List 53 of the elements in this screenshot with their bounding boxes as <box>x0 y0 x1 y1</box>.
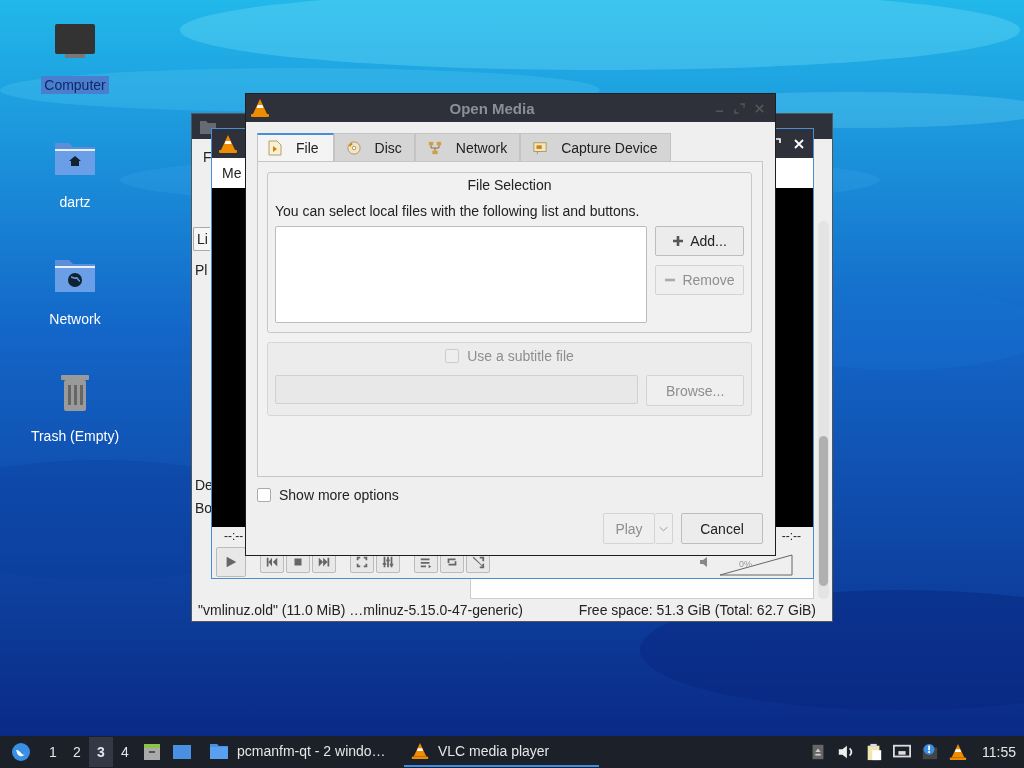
traffic-cone-icon <box>218 133 238 154</box>
play-icon <box>224 554 238 569</box>
desktop-icon-label[interactable]: Network <box>46 310 104 328</box>
eq-icon <box>381 554 395 569</box>
cancel-button[interactable]: Cancel <box>681 513 763 544</box>
task-button[interactable]: pcmanfm-qt - 2 windo… <box>203 737 398 767</box>
start-menu-icon[interactable] <box>11 742 31 762</box>
notification-icon[interactable] <box>921 743 939 761</box>
workspace-button[interactable]: 3 <box>89 737 113 767</box>
tab[interactable]: Network <box>414 133 521 161</box>
disc-icon <box>346 139 361 156</box>
workspace-button[interactable]: 2 <box>65 737 89 767</box>
capture-card-icon <box>533 139 548 156</box>
workspace-button[interactable]: 4 <box>113 737 137 767</box>
folder-icon <box>209 742 229 760</box>
hint-text: You can select local files with the following list and buttons. <box>275 203 641 219</box>
text-fragment: Pl <box>195 262 208 278</box>
add-button[interactable]: Add... <box>655 226 744 256</box>
traffic-cone-icon[interactable] <box>949 743 967 761</box>
clock[interactable]: 11:55 <box>982 744 1016 760</box>
free-space-text: Free space: 51.3 GiB (Total: 62.7 GiB) <box>578 602 816 618</box>
play-button[interactable] <box>216 546 246 577</box>
window-icon[interactable] <box>172 742 192 762</box>
elapsed-time: --:-- <box>224 529 244 543</box>
full-icon <box>355 554 369 569</box>
desktop-icon-label[interactable]: Trash (Empty) <box>27 427 123 445</box>
partial-button[interactable]: Li <box>193 227 210 251</box>
document-icon <box>268 140 282 156</box>
network-icon <box>427 139 442 156</box>
status-text: "vmlinuz.old" (11.0 MiB) …mlinuz-5.15.0-47-generic) <box>198 602 523 618</box>
desktop-icon-label[interactable]: dartz <box>56 193 94 211</box>
text-fragment: F <box>203 149 212 165</box>
scrollbar[interactable] <box>818 221 829 599</box>
traffic-cone-icon <box>410 742 430 760</box>
speaker-icon <box>699 555 709 568</box>
total-time: --:-- <box>781 529 801 543</box>
tab[interactable]: Capture Device <box>520 133 671 161</box>
workspace-button[interactable]: 1 <box>41 737 65 767</box>
volume-icon[interactable] <box>837 743 855 761</box>
show-more-options-checkbox[interactable]: Show more options <box>257 487 399 503</box>
traffic-cone-icon <box>250 98 270 118</box>
task-button[interactable]: VLC media player <box>404 737 599 767</box>
volume-reading: 0% <box>739 558 752 569</box>
window-title: Open Media <box>448 99 536 117</box>
clipboard-icon[interactable] <box>865 743 883 761</box>
tab[interactable]: File <box>257 133 334 161</box>
plus-icon <box>672 235 685 247</box>
shuffle-icon <box>471 554 485 569</box>
file-cabinet-icon[interactable] <box>142 742 162 762</box>
menu-item[interactable]: Me <box>222 165 242 181</box>
tab[interactable]: Disc <box>333 133 415 161</box>
group-title: File Selection <box>467 177 552 193</box>
text-fragment: Bo <box>195 500 213 516</box>
